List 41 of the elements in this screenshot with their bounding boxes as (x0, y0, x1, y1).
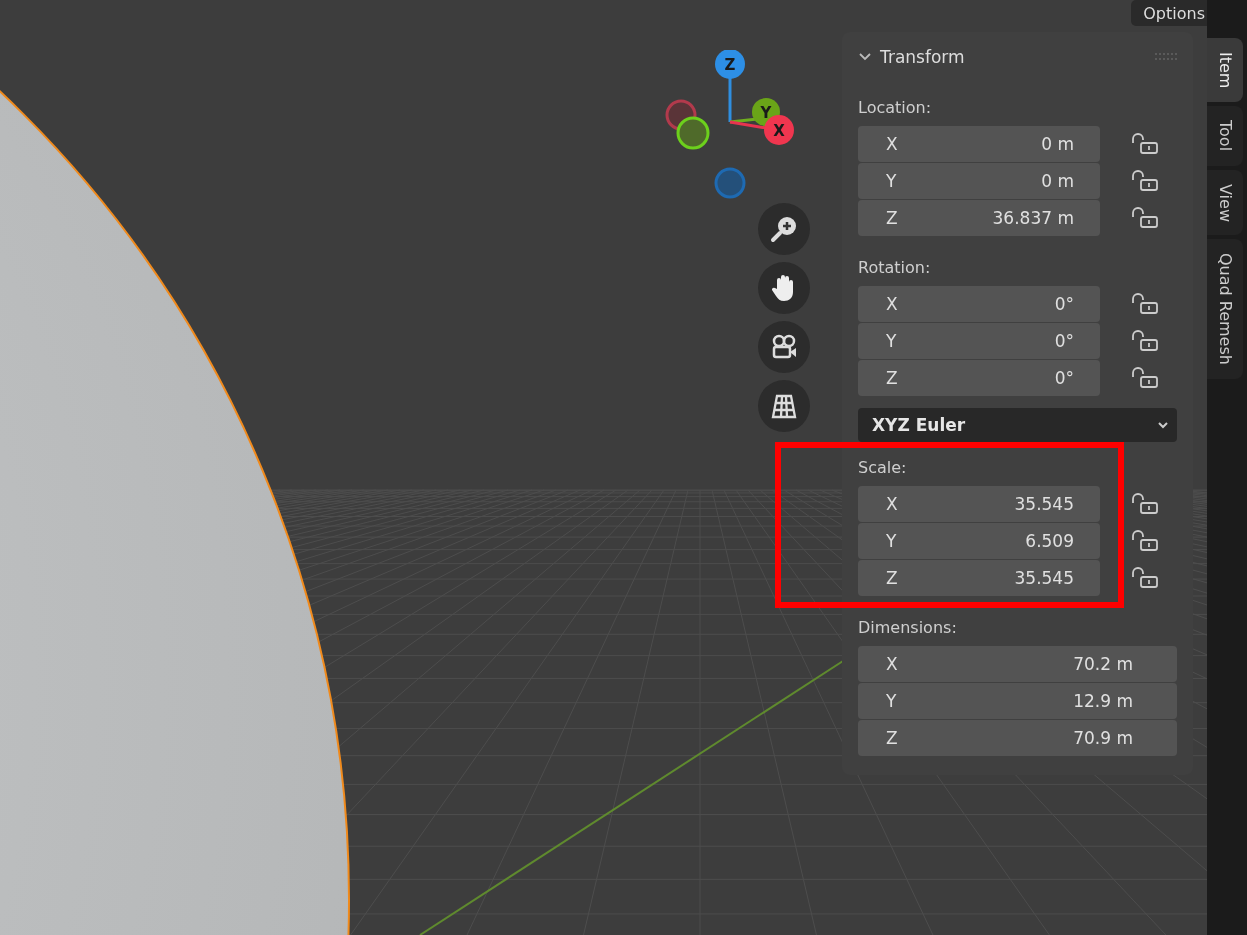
unlocked-padlock-icon[interactable] (1130, 367, 1160, 389)
number-field[interactable]: X 0 m (858, 126, 1100, 162)
unlocked-padlock-icon[interactable] (1130, 293, 1160, 315)
section-label: Rotation: (858, 258, 931, 277)
number-field[interactable]: Y 0° (858, 323, 1100, 359)
unlocked-padlock-icon[interactable] (1130, 567, 1160, 589)
unlocked-padlock-icon[interactable] (1130, 330, 1160, 352)
axis-gizmo[interactable]: Z Y X (660, 50, 800, 210)
number-field[interactable]: Z 35.545 (858, 560, 1100, 596)
sidebar-tab[interactable]: Item (1207, 38, 1243, 103)
unlocked-padlock-icon[interactable] (1130, 133, 1160, 155)
camera-button[interactable] (758, 321, 810, 373)
chevron-down-icon (1157, 421, 1169, 429)
section-label: Scale: (858, 458, 907, 477)
number-field[interactable]: X 70.2 m (858, 646, 1177, 682)
section-label: Location: (858, 98, 932, 117)
unlocked-padlock-icon[interactable] (1130, 493, 1160, 515)
sidebar-tab[interactable]: Quad Remesh (1207, 239, 1243, 380)
pan-button[interactable] (758, 262, 810, 314)
number-field[interactable]: Z 0° (858, 360, 1100, 396)
sidebar-tab[interactable]: Tool (1207, 106, 1243, 166)
unlocked-padlock-icon[interactable] (1130, 170, 1160, 192)
number-field[interactable]: X 35.545 (858, 486, 1100, 522)
magnifier-icon (769, 214, 799, 244)
zoom-button[interactable] (758, 203, 810, 255)
unlocked-padlock-icon[interactable] (1130, 207, 1160, 229)
number-field[interactable]: X 0° (858, 286, 1100, 322)
transform-header[interactable]: Transform (858, 47, 965, 67)
sidebar-tab[interactable]: View (1207, 169, 1243, 236)
unlocked-padlock-icon[interactable] (1130, 530, 1160, 552)
chevron-down-icon (858, 52, 872, 62)
drag-handle-icon[interactable] (1155, 53, 1177, 61)
grid-button[interactable] (758, 380, 810, 432)
rotation-mode-dropdown[interactable]: XYZ Euler (858, 408, 1177, 442)
options-dropdown[interactable]: Options (1131, 0, 1207, 26)
section-label: Dimensions: (858, 618, 957, 637)
number-field[interactable]: Z 36.837 m (858, 200, 1100, 236)
number-field[interactable]: Z 70.9 m (858, 720, 1177, 756)
number-field[interactable]: Y 12.9 m (858, 683, 1177, 719)
number-field[interactable]: Y 0 m (858, 163, 1100, 199)
number-field[interactable]: Y 6.509 (858, 523, 1100, 559)
